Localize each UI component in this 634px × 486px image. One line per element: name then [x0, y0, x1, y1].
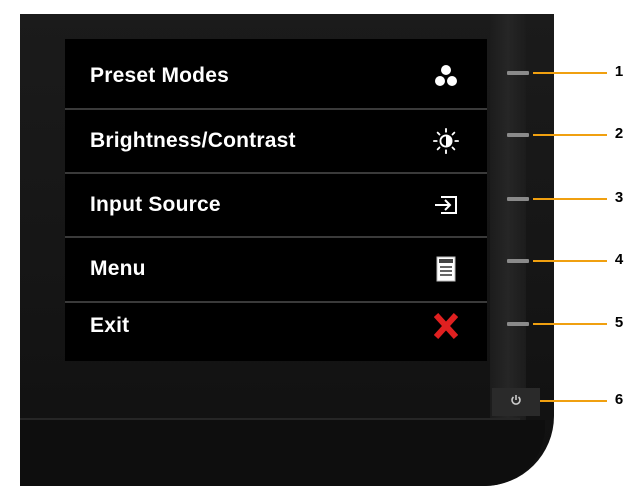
callout-line-1 [533, 72, 607, 74]
callout-line-4 [533, 260, 607, 262]
osd-item-preset-modes[interactable]: Preset Modes [65, 45, 487, 107]
osd-item-brightness-contrast[interactable]: Brightness/Contrast [65, 110, 487, 172]
monitor-button-3[interactable] [507, 197, 529, 201]
callout-number-4: 4 [614, 251, 624, 268]
callout-number-5: 5 [614, 314, 624, 331]
brightness-icon [433, 127, 459, 154]
exit-icon [433, 313, 459, 339]
preset-modes-icon [433, 63, 459, 89]
monitor-button-1[interactable] [507, 71, 529, 75]
monitor-illustration: Preset Modes Brightness/Contrast Input S… [0, 0, 634, 486]
osd-panel: Preset Modes Brightness/Contrast Input S… [65, 39, 487, 361]
callout-line-2 [533, 134, 607, 136]
osd-item-menu[interactable]: Menu [65, 238, 487, 300]
callout-line-3 [533, 198, 607, 200]
osd-item-label: Input Source [90, 193, 221, 216]
bezel-edge [20, 418, 520, 420]
monitor-button-5[interactable] [507, 322, 529, 326]
monitor-button-4[interactable] [507, 259, 529, 263]
monitor-bottom-bezel [20, 420, 545, 486]
callout-line-6 [540, 400, 607, 402]
callout-line-5 [533, 323, 607, 325]
callout-number-6: 6 [614, 391, 624, 408]
input-source-icon [433, 192, 459, 218]
menu-icon [433, 256, 459, 282]
osd-item-label: Brightness/Contrast [90, 129, 296, 152]
osd-item-exit[interactable]: Exit [65, 295, 487, 357]
osd-item-label: Exit [90, 314, 130, 337]
osd-item-label: Preset Modes [90, 64, 229, 87]
callout-number-2: 2 [614, 125, 624, 142]
bezel-button-strip [490, 14, 526, 434]
osd-item-label: Menu [90, 257, 146, 280]
power-button[interactable] [492, 388, 540, 416]
callout-number-1: 1 [614, 63, 624, 80]
osd-item-input-source[interactable]: Input Source [65, 174, 487, 236]
monitor-button-2[interactable] [507, 133, 529, 137]
power-icon [510, 393, 522, 411]
callout-number-3: 3 [614, 189, 624, 206]
